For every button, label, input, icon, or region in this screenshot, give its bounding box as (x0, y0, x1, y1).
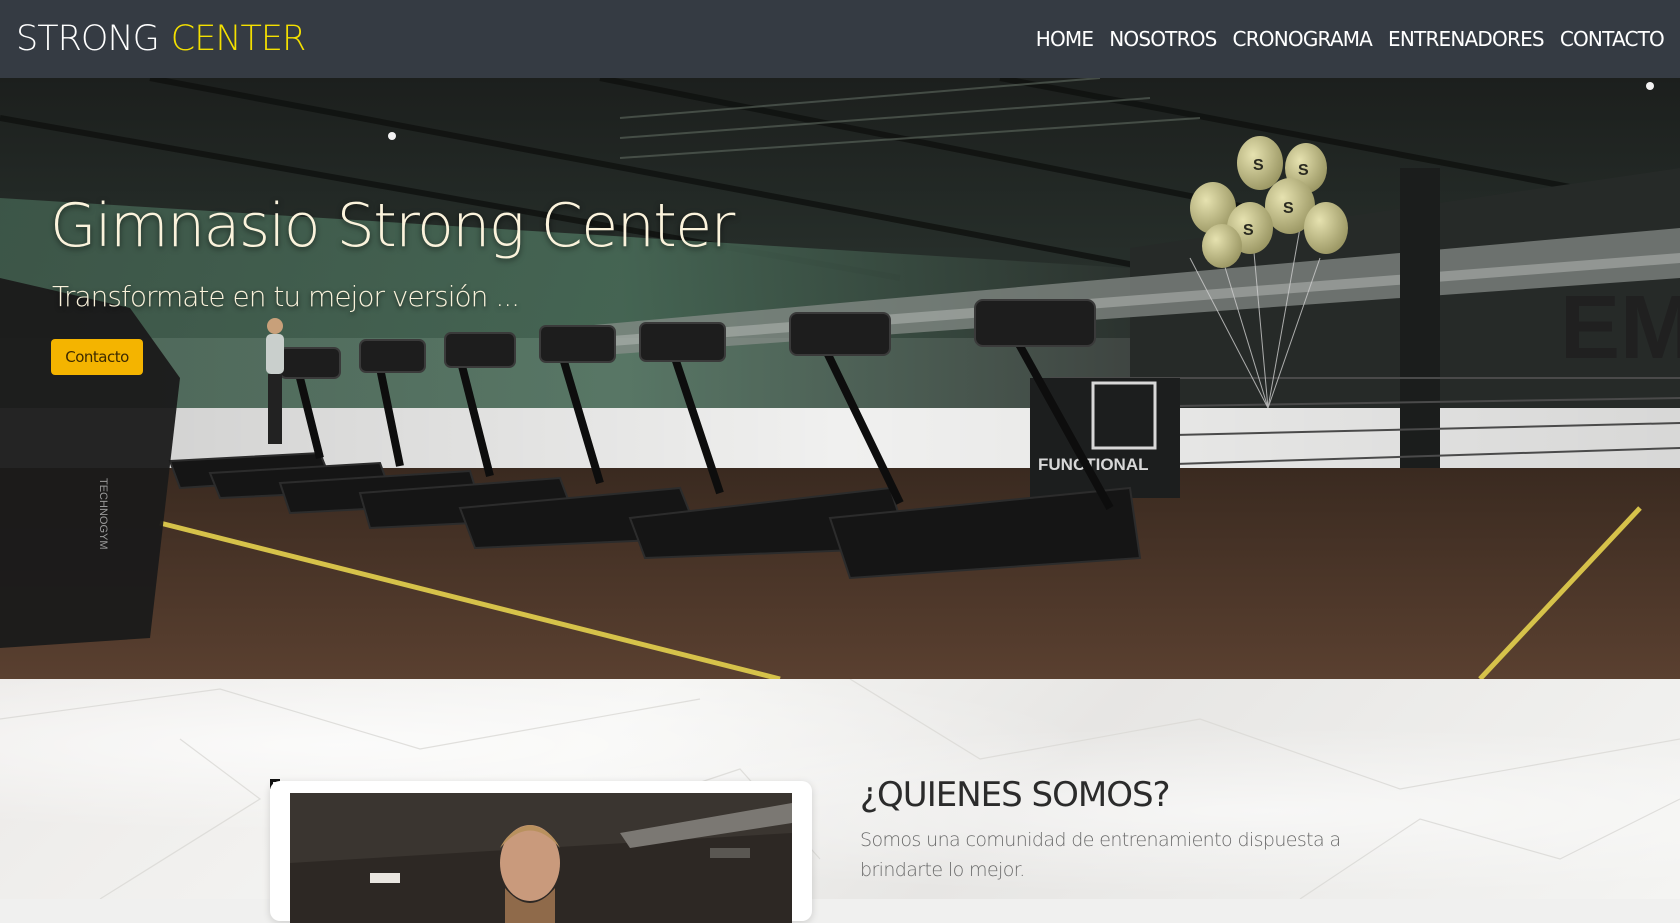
trainer-photo (290, 793, 792, 923)
hero-subtitle: Transformate en tu mejor versión ... (52, 280, 520, 313)
nav-item-entrenadores[interactable]: ENTRENADORES (1388, 27, 1545, 51)
nav-item-nosotros[interactable]: NOSOTROS (1109, 27, 1217, 51)
hero-background-image: EM FUNCTIONAL TECHNOGYM S S S S (0, 78, 1680, 679)
hero-title: Gimnasio Strong Center (50, 191, 735, 261)
paper-texture (0, 679, 1680, 899)
balloon-logo: S (1253, 157, 1264, 174)
wall-letters: EM (1560, 278, 1680, 378)
brand-part-strong: STRONG (16, 19, 160, 59)
brand-part-center: CENTER (170, 19, 307, 59)
contact-button[interactable]: Contacto (51, 339, 143, 375)
nav-item-cronograma[interactable]: CRONOGRAMA (1233, 27, 1373, 51)
nav-item-home[interactable]: HOME (1036, 27, 1094, 51)
about-title: ¿QUIENES SOMOS? (860, 775, 1171, 815)
machine-brand: TECHNOGYM (97, 478, 109, 550)
about-description: Somos una comunidad de entrenamiento dis… (860, 829, 1341, 881)
nav-item-contacto[interactable]: CONTACTO (1560, 27, 1665, 51)
about-photo-card (270, 781, 812, 923)
balloon-logo: S (1243, 222, 1254, 239)
navbar: STRONG CENTER HOME NOSOTROS CRONOGRAMA E… (0, 0, 1680, 78)
brand-logo[interactable]: STRONG CENTER (16, 19, 307, 59)
hero-section: EM FUNCTIONAL TECHNOGYM S S S S Gimnasio… (0, 78, 1680, 679)
balloon-logo: S (1283, 200, 1294, 217)
balloon-logo: S (1298, 162, 1309, 179)
nav-menu: HOME NOSOTROS CRONOGRAMA ENTRENADORES CO… (1036, 27, 1665, 51)
about-section: ¿QUIENES SOMOS? Somos una comunidad de e… (0, 679, 1680, 923)
